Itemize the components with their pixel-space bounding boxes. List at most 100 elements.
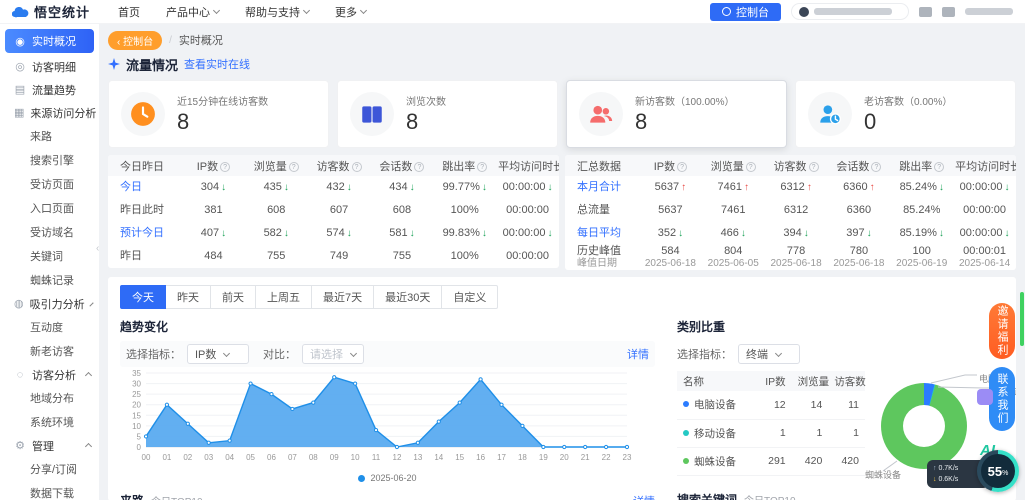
tab-最近7天[interactable]: 最近7天	[312, 285, 375, 309]
table-cell: 432 ↓	[326, 181, 352, 193]
sidebar-subitem-分享/订阅[interactable]: 分享/订阅	[0, 457, 99, 481]
stat-card-1[interactable]: 近15分钟在线访客数 8	[108, 80, 329, 148]
sidebar-subitem-新老访客[interactable]: 新老访客	[0, 339, 99, 363]
category-column-header: IP数	[755, 371, 792, 391]
sidebar-collapse-handle[interactable]: ‹	[96, 238, 106, 260]
chevron-down-icon	[359, 6, 368, 15]
referrer-detail-link[interactable]: 详情	[633, 493, 655, 500]
category-filter-row: 选择指标： 终端	[677, 341, 1004, 367]
compare-select[interactable]: 请选择	[302, 344, 364, 364]
sidebar-subitem-关键词[interactable]: 关键词	[0, 244, 99, 268]
realtime-online-link[interactable]: 查看实时在线	[184, 56, 250, 72]
toolbar-icon-1[interactable]	[919, 6, 932, 17]
attraction-icon: ◍	[14, 298, 24, 310]
sidebar-item-管理[interactable]: ⚙ 管理	[0, 434, 99, 457]
stat-card-3[interactable]: 新访客数（100.00%） 8	[566, 80, 787, 148]
chevron-down-icon	[774, 349, 783, 357]
tab-前天[interactable]: 前天	[211, 285, 256, 309]
traffic-section-title: 流量情况	[126, 57, 179, 73]
nav-products[interactable]: 产品中心	[166, 4, 221, 20]
invite-benefits-button[interactable]: 邀请福利	[989, 303, 1015, 359]
tab-最近30天[interactable]: 最近30天	[374, 285, 443, 309]
info-icon[interactable]: ?	[220, 161, 231, 172]
tab-上周五[interactable]: 上周五	[256, 285, 312, 309]
row-label-link[interactable]: 今日	[120, 181, 180, 194]
category-column-header: 浏览量	[791, 371, 829, 391]
info-icon[interactable]: ?	[745, 161, 756, 172]
svg-text:20: 20	[560, 453, 569, 462]
info-icon[interactable]: ?	[808, 161, 819, 172]
stat-card-4[interactable]: 老访客数（0.00%） 0	[795, 80, 1016, 148]
console-button[interactable]: 控制台	[710, 2, 781, 21]
row-label-link[interactable]: 预计今日	[120, 227, 180, 240]
app-logo[interactable]: 悟空统计	[12, 2, 108, 21]
sidebar-item-label: 访客分析	[32, 369, 76, 382]
info-icon[interactable]: ?	[934, 161, 945, 172]
sidebar-subitem-数据下载[interactable]: 数据下载	[0, 481, 99, 500]
sidebar-item-吸引力分析[interactable]: ◍ 吸引力分析	[0, 292, 99, 315]
nav-help[interactable]: 帮助与支持	[245, 4, 311, 20]
sidebar-subitem-受访页面[interactable]: 受访页面	[0, 172, 99, 196]
sidebar-item-流量趋势[interactable]: ▤ 流量趋势	[0, 78, 99, 101]
sidebar-subitem-地域分布[interactable]: 地域分布	[0, 386, 99, 410]
keywords-title: 搜索关键词	[677, 493, 738, 500]
sidebar-item-label: 吸引力分析	[29, 298, 85, 311]
scrollbar-thumb[interactable]	[1020, 292, 1024, 346]
toolbar-icon-2[interactable]	[942, 6, 955, 17]
sidebar-subitem-互动度[interactable]: 互动度	[0, 315, 99, 339]
up-trend-icon: ↑	[806, 182, 812, 193]
info-icon[interactable]: ?	[477, 161, 488, 172]
info-icon[interactable]: ?	[288, 161, 299, 172]
progress-ring[interactable]: 55%	[977, 450, 1019, 492]
table-cell: 584 2025-06-18	[639, 245, 702, 270]
down-trend-icon: ↓	[409, 228, 415, 239]
svg-text:04: 04	[225, 453, 234, 462]
sidebar-subitem-蜘蛛记录[interactable]: 蜘蛛记录	[0, 268, 99, 292]
row-label-link[interactable]: 本月合计	[577, 181, 637, 194]
sidebar-item-访客分析[interactable]: ◌ 访客分析	[0, 363, 99, 386]
info-icon[interactable]: ?	[677, 161, 688, 172]
stat-card-2[interactable]: 浏览次数 8	[337, 80, 558, 148]
nav-home[interactable]: 首页	[118, 4, 140, 20]
referrer-subtitle: 今日TOP10	[151, 493, 203, 500]
info-icon[interactable]: ?	[351, 161, 362, 172]
system-monitor-widget[interactable]: AI ↑ 0.7K/s ↓ 0.6K/s 55%	[927, 442, 1019, 494]
table-cell: 100%	[450, 204, 479, 216]
category-metric-select[interactable]: 终端	[738, 344, 800, 364]
contact-us-button[interactable]: 联系我们	[977, 367, 1015, 431]
metric-select[interactable]: IP数	[187, 344, 249, 364]
sidebar-subitem-入口页面[interactable]: 入口页面	[0, 196, 99, 220]
sidebar-subitem-来路[interactable]: 来路	[0, 124, 99, 148]
column-header: IP数?	[182, 155, 245, 176]
sidebar-item-访客明细[interactable]: ◎ 访客明细	[0, 55, 99, 78]
nav-more[interactable]: 更多	[335, 4, 368, 20]
sidebar-subitem-搜索引擎[interactable]: 搜索引擎	[0, 148, 99, 172]
category-title: 类别比重	[677, 320, 726, 334]
sidebar-subitem-受访域名[interactable]: 受访域名	[0, 220, 99, 244]
sidebar-item-来源访问分析[interactable]: ▦ 来源访问分析	[0, 101, 99, 124]
svg-text:06: 06	[267, 453, 276, 462]
info-icon[interactable]: ?	[871, 161, 882, 172]
info-icon[interactable]: ?	[414, 161, 425, 172]
tab-昨天[interactable]: 昨天	[166, 285, 211, 309]
tab-今天[interactable]: 今天	[120, 285, 166, 309]
breadcrumb-back-button[interactable]: ‹ 控制台	[108, 30, 163, 50]
table-cell: 581 ↓	[389, 227, 415, 239]
sidebar-item-实时概况[interactable]: ◉ 实时概况	[5, 29, 94, 53]
legend-dot	[358, 474, 366, 482]
column-header: 平均访问时长?	[496, 155, 559, 176]
sidebar-subitem-系统环境[interactable]: 系统环境	[0, 410, 99, 434]
stat-card-value: 8	[177, 109, 190, 134]
category-column-header: 名称	[677, 371, 755, 391]
row-sublabel: 峰值日期	[577, 258, 617, 269]
visitor-analysis-icon: ◌	[16, 368, 24, 381]
trend-detail-link[interactable]: 详情	[627, 346, 649, 362]
chart-legend: 2025-06-20	[120, 472, 655, 484]
table-row: 总流量 5637 7461 6312 6360 85.24% 00:00:00	[565, 199, 1016, 222]
redacted-account-name[interactable]	[965, 8, 1013, 15]
summary-table-panel: 汇总数据IP数?浏览量?访客数?会话数?跳出率?平均访问时长?本月合计5637↑…	[565, 155, 1016, 270]
tab-自定义[interactable]: 自定义	[442, 285, 499, 309]
row-label-link[interactable]: 每日平均	[577, 227, 637, 240]
site-selector[interactable]	[791, 3, 909, 20]
svg-text:10: 10	[351, 453, 360, 462]
